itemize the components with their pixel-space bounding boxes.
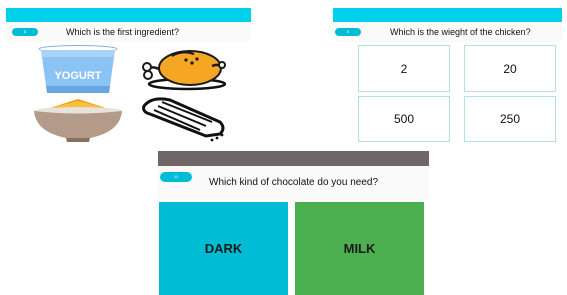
answer-option[interactable]: 500 [358, 96, 450, 142]
answer-option-milk[interactable]: MILK [295, 202, 424, 295]
app-bar [158, 151, 429, 166]
app-bar [333, 8, 562, 22]
question-row: 8 Which is the first ingredient? [6, 22, 251, 42]
grater-icon[interactable] [140, 94, 228, 142]
quiz-screen-chocolate: 11 Which kind of chocolate do you need? … [158, 151, 429, 295]
question-row: 9 Which is the wieght of the chicken? [333, 22, 562, 42]
question-number-badge: 9 [335, 28, 361, 36]
question-text: Which is the first ingredient? [66, 27, 180, 37]
svg-text:YOGURT: YOGURT [54, 70, 101, 82]
question-row: 11 Which kind of chocolate do you need? [158, 166, 429, 200]
answer-option-dark[interactable]: DARK [159, 202, 288, 295]
question-text: Which is the wieght of the chicken? [390, 27, 531, 37]
answer-option[interactable]: 250 [464, 96, 556, 142]
answer-option[interactable]: 20 [464, 45, 556, 92]
question-number-badge: 11 [160, 172, 192, 182]
quiz-screen-weight: 9 Which is the wieght of the chicken? 2 … [333, 8, 562, 142]
app-bar [6, 8, 251, 22]
roast-chicken-icon[interactable] [142, 46, 226, 92]
question-text: Which kind of chocolate do you need? [209, 177, 378, 188]
question-number-badge: 8 [12, 28, 38, 36]
yogurt-icon[interactable]: YOGURT [38, 45, 118, 95]
answer-option[interactable]: 2 [358, 45, 450, 92]
spice-bowl-icon[interactable] [32, 94, 124, 142]
quiz-screen-ingredient: 8 Which is the first ingredient? YOGURT [6, 8, 251, 142]
